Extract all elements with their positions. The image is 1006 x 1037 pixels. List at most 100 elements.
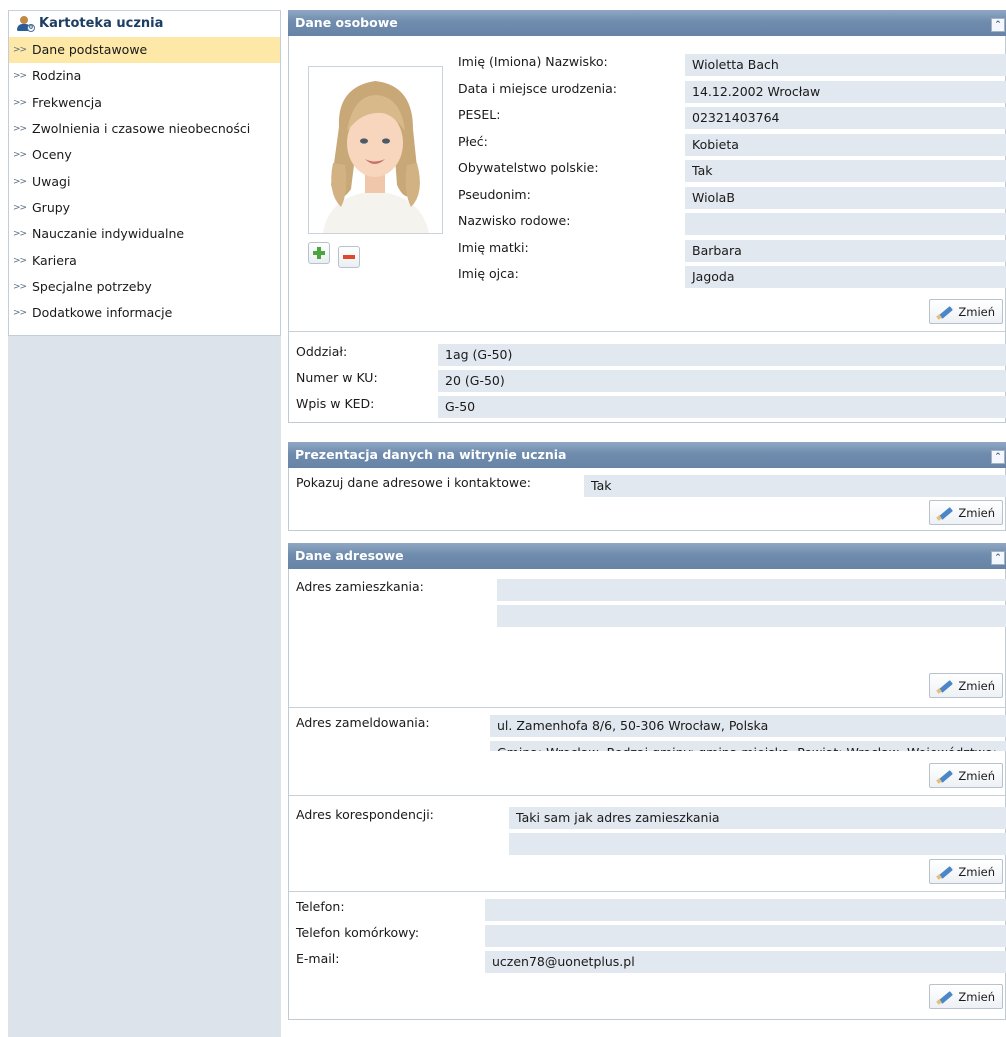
field-row: Telefon komórkowy: — [296, 925, 1006, 951]
divider — [289, 891, 1005, 892]
sidebar-item-label: Zwolnienia i czasowe nieobecności — [32, 121, 251, 137]
button-row: Zmień — [929, 984, 1004, 1009]
sidebar-item-dane-podstawowe[interactable]: >> Dane podstawowe — [9, 37, 280, 64]
sidebar-item-specjalne-potrzeby[interactable]: >> Specjalne potrzeby — [9, 274, 280, 300]
sidebar-item-kariera[interactable]: >> Kariera — [9, 247, 280, 273]
field-value: WiolaB — [685, 186, 1006, 209]
sidebar-item-label: Frekwencja — [32, 94, 102, 110]
field-row: Imię (Imiona) Nazwisko: Wioletta Bach — [458, 54, 1006, 81]
field-row: Obywatelstwo polskie: Tak — [458, 160, 1006, 187]
address-line: ul. Zamenhofa 8/6, 50-306 Wrocław, Polsk… — [490, 715, 1006, 737]
chevron-right-icon: >> — [13, 202, 27, 213]
field-value: 20 (G-50) — [438, 370, 1006, 392]
field-label: Imię ojca: — [458, 266, 519, 281]
chevron-right-icon: >> — [13, 281, 27, 292]
divider — [289, 331, 1005, 332]
section-title: Dane adresowe — [295, 548, 404, 563]
field-row: Adres korespondencji: Taki sam jak adres… — [296, 807, 1006, 859]
change-presentation-button[interactable]: Zmień — [929, 500, 1003, 525]
sidebar-item-uwagi[interactable]: >> Uwagi — [9, 168, 280, 194]
field-label: Telefon: — [296, 899, 345, 914]
field-row: Oddział: 1ag (G-50) — [296, 344, 1006, 370]
button-row: Zmień — [929, 859, 1004, 884]
field-row: Imię ojca: Jagoda — [458, 266, 1006, 293]
button-row: Zmień — [929, 299, 1004, 324]
remove-photo-button[interactable] — [337, 246, 360, 268]
field-row: E-mail: uczen78@uonetplus.pl — [296, 951, 1006, 977]
field-value: Tak — [584, 475, 1006, 497]
sidebar-item-frekwencja[interactable]: >> Frekwencja — [9, 90, 280, 116]
field-label: E-mail: — [296, 951, 340, 966]
field-value — [685, 213, 1006, 235]
field-value: 1ag (G-50) — [438, 344, 1006, 366]
field-row: Nazwisko rodowe: — [458, 213, 1006, 240]
button-label: Zmień — [958, 864, 995, 879]
chevron-right-icon: >> — [13, 97, 27, 108]
sidebar-item-label: Dodatkowe informacje — [32, 305, 173, 321]
sidebar-item-label: Nauczanie indywidualne — [32, 226, 185, 242]
sidebar-item-zwolnienia[interactable]: >> Zwolnienia i czasowe nieobecności — [9, 116, 280, 142]
address-section-continued: Zmień Adres korespondencji: Taki sam jak… — [288, 751, 1006, 1020]
correspondence-address: Adres korespondencji: Taki sam jak adres… — [296, 807, 1006, 859]
field-label: Imię matki: — [458, 239, 529, 255]
field-row: Wpis w KED: G-50 — [296, 396, 1006, 422]
field-label: Adres korespondencji: — [296, 807, 434, 822]
sidebar-item-label: Kariera — [32, 252, 77, 268]
sidebar-item-grupy[interactable]: >> Grupy — [9, 195, 280, 221]
pencil-icon — [936, 865, 954, 880]
address-line — [509, 833, 1006, 855]
minus-icon — [342, 255, 355, 259]
divider — [289, 707, 1005, 708]
sidebar-item-oceny[interactable]: >> Oceny — [9, 142, 280, 168]
field-label: Data i miejsce urodzenia: — [458, 80, 618, 96]
field-value: uczen78@uonetplus.pl — [485, 951, 1006, 973]
student-card-icon: 0 — [17, 15, 35, 33]
student-photo — [308, 66, 443, 234]
field-row: Płeć: Kobieta — [458, 133, 1006, 161]
field-row: Data i miejsce urodzenia: 14.12.2002 Wro… — [458, 80, 1006, 108]
change-residence-button[interactable]: Zmień — [929, 673, 1003, 698]
sidebar-item-rodzina[interactable]: >> Rodzina — [9, 63, 280, 89]
change-correspondence-button[interactable]: Zmień — [929, 859, 1003, 884]
button-row: Zmień — [929, 673, 1004, 698]
sidebar-item-label: Rodzina — [32, 68, 82, 84]
section-title: Prezentacja danych na witrynie ucznia — [295, 447, 567, 462]
field-row: Pseudonim: WiolaB — [458, 186, 1006, 214]
button-label: Zmień — [958, 989, 995, 1004]
pencil-icon — [936, 305, 954, 320]
field-row: Telefon: — [296, 899, 1006, 925]
field-label: Pokazuj dane adresowe i kontaktowe: — [296, 475, 532, 490]
button-row: Zmień — [929, 500, 1004, 525]
double-chevron-up-icon[interactable]: ⌃ — [991, 450, 1005, 464]
field-label: Adres zamieszkania: — [296, 579, 424, 594]
field-value: 14.12.2002 Wrocław — [685, 80, 1006, 103]
field-label: Wpis w KED: — [296, 396, 375, 411]
change-registered-button[interactable]: Zmień — [929, 763, 1003, 788]
field-label: Płeć: — [458, 133, 488, 149]
double-chevron-up-icon[interactable]: ⌃ — [991, 551, 1005, 565]
field-label: Oddział: — [296, 344, 348, 359]
field-value: G-50 — [438, 396, 1006, 418]
double-chevron-up-icon[interactable]: ⌃ — [991, 18, 1005, 32]
change-contact-button[interactable]: Zmień — [929, 984, 1003, 1009]
photo-column — [308, 66, 443, 268]
button-label: Zmień — [958, 768, 995, 783]
sidebar-item-label: Grupy — [32, 199, 71, 215]
field-value: Jagoda — [685, 266, 1006, 288]
residence-address: Adres zamieszkania: — [296, 579, 1006, 631]
chevron-right-icon: >> — [13, 229, 27, 240]
button-label: Zmień — [958, 678, 995, 693]
divider — [289, 795, 1005, 796]
change-personal-button[interactable]: Zmień — [929, 299, 1003, 324]
field-label: PESEL: — [458, 107, 501, 122]
sidebar-title-text: Kartoteka ucznia — [39, 16, 164, 31]
photo-actions — [308, 242, 443, 268]
add-photo-button[interactable] — [308, 242, 330, 264]
field-value — [485, 925, 1006, 947]
sidebar-item-nauczanie-indywidualne[interactable]: >> Nauczanie indywidualne — [9, 221, 280, 247]
pencil-icon — [936, 679, 954, 694]
sidebar-item-dodatkowe-informacje[interactable]: >> Dodatkowe informacje — [9, 300, 280, 326]
field-label: Nazwisko rodowe: — [458, 213, 571, 228]
field-value: Barbara — [685, 239, 1006, 262]
sidebar-item-label: Specjalne potrzeby — [32, 278, 152, 294]
